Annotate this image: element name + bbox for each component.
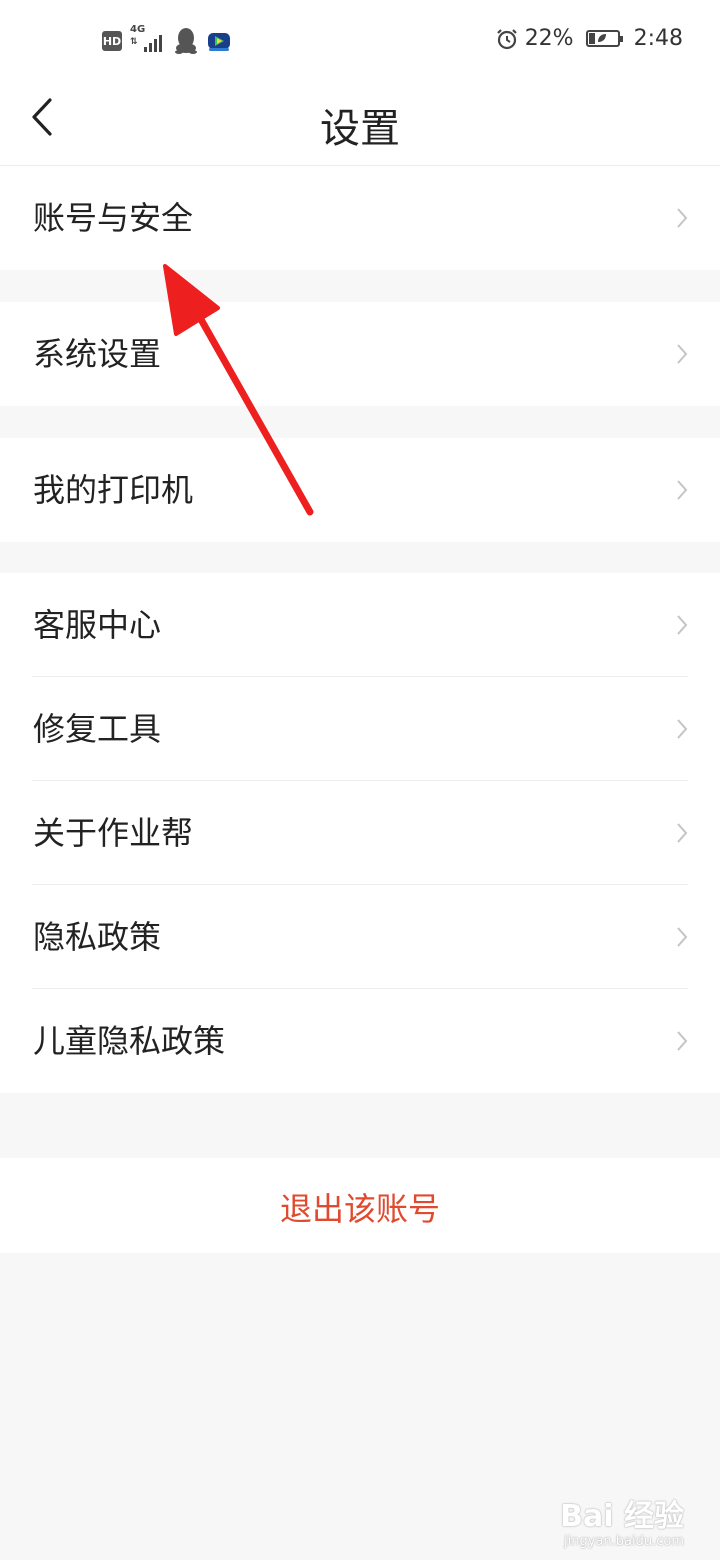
battery-saver-icon [597, 34, 606, 42]
chevron-right-icon [677, 615, 688, 635]
data-arrows-icon: ⇅ [130, 37, 138, 47]
settings-item-label: 客服中心 [33, 606, 162, 644]
chevron-right-icon [677, 719, 688, 739]
settings-item-label: 关于作业帮 [33, 814, 194, 852]
settings-item-label: 修复工具 [33, 710, 162, 748]
chevron-right-icon [677, 823, 688, 843]
chevron-right-icon [677, 1031, 688, 1051]
status-bar: HD 4G ⇅ 22% 2:48 [0, 0, 720, 84]
header: 设置 [0, 84, 720, 166]
video-app-icon [208, 33, 230, 51]
settings-group-account: 账号与安全 [0, 166, 720, 270]
settings-item-about[interactable]: 关于作业帮 [0, 781, 720, 885]
settings-item-label: 儿童隐私政策 [33, 1022, 226, 1060]
settings-item-child-privacy-policy[interactable]: 儿童隐私政策 [0, 989, 720, 1093]
settings-group-printer: 我的打印机 [0, 438, 720, 542]
network-type: 4G [130, 24, 146, 35]
qq-icon [175, 28, 197, 54]
settings-item-customer-service[interactable]: 客服中心 [0, 573, 720, 677]
settings-item-label: 隐私政策 [33, 918, 162, 956]
page-title: 设置 [320, 106, 400, 152]
chevron-right-icon [677, 480, 688, 500]
settings-group-support: 客服中心 修复工具 关于作业帮 隐私政策 儿童隐私政策 [0, 573, 720, 1093]
alarm-icon [496, 28, 517, 49]
battery-percent: 22% [524, 26, 574, 51]
status-left-icons: HD 4G ⇅ [102, 24, 232, 54]
baidu-jingyan-watermark: Bai 经验 jingyan.baidu.com [560, 1500, 684, 1550]
settings-item-label: 系统设置 [33, 335, 162, 373]
settings-group-system: 系统设置 [0, 302, 720, 406]
chevron-right-icon [677, 208, 688, 228]
clock: 2:48 [633, 26, 683, 51]
logout-button[interactable]: 退出该账号 [0, 1158, 720, 1253]
status-right: 22% 2:48 [495, 26, 683, 51]
watermark-url: jingyan.baidu.com [564, 1534, 684, 1549]
settings-item-system[interactable]: 系统设置 [0, 302, 720, 406]
settings-item-repair-tool[interactable]: 修复工具 [0, 677, 720, 781]
settings-item-printer[interactable]: 我的打印机 [0, 438, 720, 542]
settings-item-label: 我的打印机 [33, 471, 194, 509]
settings-item-label: 账号与安全 [33, 199, 194, 237]
network-indicator: 4G ⇅ [130, 24, 166, 54]
watermark-logo: Bai 经验 [560, 1499, 684, 1534]
chevron-right-icon [677, 344, 688, 364]
logout-label: 退出该账号 [279, 1190, 440, 1228]
settings-item-privacy-policy[interactable]: 隐私政策 [0, 885, 720, 989]
settings-item-account-security[interactable]: 账号与安全 [0, 166, 720, 270]
hd-badge: HD [102, 31, 122, 51]
chevron-right-icon [677, 927, 688, 947]
signal-icon [144, 35, 162, 52]
battery-icon [585, 30, 623, 47]
